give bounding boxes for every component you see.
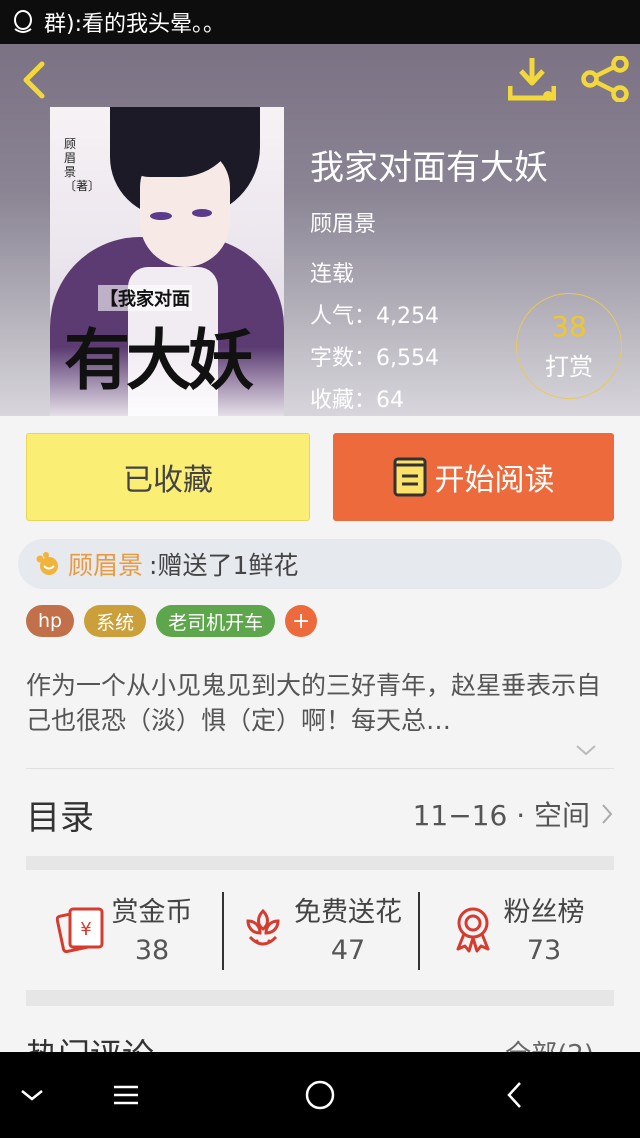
home-circle-icon xyxy=(305,1080,335,1110)
stats-row: ¥ 赏金币 38 免费送花 47 粉丝榜 73 xyxy=(26,880,614,976)
add-tag-button[interactable]: + xyxy=(285,605,318,637)
nav-menu-button[interactable] xyxy=(104,1052,148,1138)
status-bar: 群):看的我头晕。。 xyxy=(0,0,640,44)
status-notification: 群):看的我头晕。。 xyxy=(44,12,225,37)
qq-penguin-icon xyxy=(14,10,32,33)
book-popularity: 人气：4,254 xyxy=(310,304,439,329)
latest-chapter: 11−16 · 空间 xyxy=(412,799,590,832)
fan-ranking-item[interactable]: 粉丝榜 73 xyxy=(418,880,614,976)
gift-notice[interactable]: 顾眉景 :赠送了1鲜花 xyxy=(18,539,622,589)
gift-user[interactable]: 顾眉景 xyxy=(68,546,143,582)
nav-back-button[interactable] xyxy=(494,1052,534,1138)
tag-hp[interactable]: hp xyxy=(26,605,75,637)
section-separator xyxy=(26,990,614,1006)
free-flower-item[interactable]: 免费送花 47 xyxy=(222,880,418,976)
nav-collapse-button[interactable] xyxy=(10,1052,54,1138)
favorited-label: 已收藏 xyxy=(123,463,213,498)
toc-label: 目录 xyxy=(26,797,94,838)
back-chevron-icon[interactable] xyxy=(14,58,54,102)
table-of-contents-row[interactable]: 目录 11−16 · 空间 xyxy=(26,782,614,846)
free-flower-count: 47 xyxy=(330,935,366,966)
fan-ranking-label: 粉丝榜 xyxy=(503,897,585,928)
tag-list: hp 系统 老司机开车 + xyxy=(26,605,318,637)
reward-coins-label: 赏金币 xyxy=(111,897,193,928)
system-navigation-bar xyxy=(0,1052,640,1138)
chevron-down-icon[interactable] xyxy=(574,742,598,758)
book-favorites: 收藏：64 xyxy=(310,388,404,413)
gift-text: :赠送了1鲜花 xyxy=(149,551,299,580)
tip-label: 打赏 xyxy=(545,353,593,381)
start-reading-button[interactable]: 开始阅读 xyxy=(333,433,614,521)
book-header: 顾眉景〔著〕 【我家对面 有大妖 我家对面有大妖 顾眉景 连载 人气：4,254… xyxy=(0,44,640,416)
medal-icon xyxy=(456,907,489,953)
cover-author: 顾眉景〔著〕 xyxy=(64,137,101,193)
svg-text:¥: ¥ xyxy=(80,919,91,940)
reward-coins-item[interactable]: ¥ 赏金币 38 xyxy=(26,880,222,976)
start-reading-label: 开始阅读 xyxy=(434,463,555,498)
red-envelope-icon: ¥ xyxy=(55,907,103,953)
cover-title: 有大妖 xyxy=(64,321,254,399)
download-icon[interactable] xyxy=(508,56,556,102)
book-cover[interactable]: 顾眉景〔著〕 【我家对面 有大妖 xyxy=(50,107,284,416)
divider xyxy=(26,768,614,769)
chevron-right-icon xyxy=(602,804,613,824)
tag-driver[interactable]: 老司机开车 xyxy=(156,605,276,637)
back-chevron-icon xyxy=(507,1082,521,1108)
nav-home-button[interactable] xyxy=(296,1052,344,1138)
book-status: 连载 xyxy=(310,262,355,287)
tag-system[interactable]: 系统 xyxy=(84,605,147,637)
section-separator xyxy=(26,856,614,870)
book-description[interactable]: 作为一个从小见鬼见到大的三好青年，赵星垂表示自己也很恐（淡）惧（定）啊！每天总… xyxy=(26,668,616,738)
book-author[interactable]: 顾眉景 xyxy=(310,206,376,238)
flower-icon xyxy=(246,908,280,946)
chevron-down-icon xyxy=(21,1090,43,1101)
book-icon xyxy=(393,457,426,497)
tip-count: 38 xyxy=(551,310,587,343)
free-flower-label: 免费送花 xyxy=(294,897,402,928)
book-title: 我家对面有大妖 xyxy=(310,148,548,188)
book-word-count: 字数：6,554 xyxy=(310,346,439,371)
flower-icon xyxy=(36,552,58,575)
reward-coins-count: 38 xyxy=(134,935,170,966)
favorited-button[interactable]: 已收藏 xyxy=(26,433,310,521)
menu-icon xyxy=(114,1085,138,1105)
share-icon[interactable] xyxy=(580,56,630,102)
tip-button[interactable]: 38 打赏 xyxy=(516,293,622,399)
fan-ranking-count: 73 xyxy=(526,935,562,966)
